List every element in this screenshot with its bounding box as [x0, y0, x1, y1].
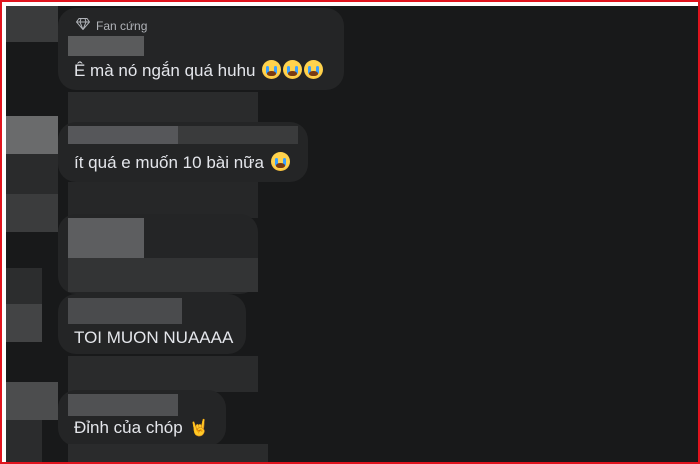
commenter-name[interactable]	[68, 298, 182, 324]
comment-thread: Fan cứng Ê mà nó ngắn quá huhu ít quá e …	[6, 6, 698, 462]
reply-actions[interactable]	[68, 92, 258, 124]
comment-text: Đỉnh của chóp 🤘	[74, 418, 210, 437]
comment-text: Ê mà nó ngắn quá huhu	[74, 60, 324, 81]
rock-hand-icon: 🤘	[189, 420, 210, 437]
commenter-name[interactable]	[178, 126, 298, 144]
crying-face-icon	[262, 60, 282, 79]
reply-actions[interactable]	[68, 356, 258, 392]
avatar[interactable]	[6, 382, 58, 420]
avatar[interactable]	[6, 268, 42, 304]
comment-text	[68, 258, 258, 292]
avatar[interactable]	[6, 194, 58, 232]
crying-face-icon	[270, 152, 290, 171]
fan-badge-label: Fan cứng	[96, 18, 148, 33]
commenter-name[interactable]	[68, 218, 144, 258]
commenter-name[interactable]	[68, 394, 178, 416]
avatar[interactable]	[6, 420, 42, 462]
reply-actions[interactable]	[68, 182, 258, 218]
avatar[interactable]	[6, 154, 58, 194]
screenshot-frame: Fan cứng Ê mà nó ngắn quá huhu ít quá e …	[0, 0, 700, 464]
avatar[interactable]	[6, 304, 42, 342]
crying-face-icon	[283, 60, 303, 79]
avatar[interactable]	[6, 6, 58, 42]
diamond-icon	[75, 18, 91, 33]
reply-actions[interactable]	[68, 444, 268, 462]
avatar[interactable]	[6, 116, 58, 154]
crying-face-icon	[304, 60, 324, 79]
commenter-name[interactable]	[68, 36, 144, 56]
comment-text: TOI MUON NUAAAA	[74, 328, 234, 347]
fan-badge: Fan cứng	[75, 18, 148, 33]
commenter-name[interactable]	[68, 126, 178, 144]
comment-text: ít quá e muốn 10 bài nữa	[74, 152, 290, 173]
